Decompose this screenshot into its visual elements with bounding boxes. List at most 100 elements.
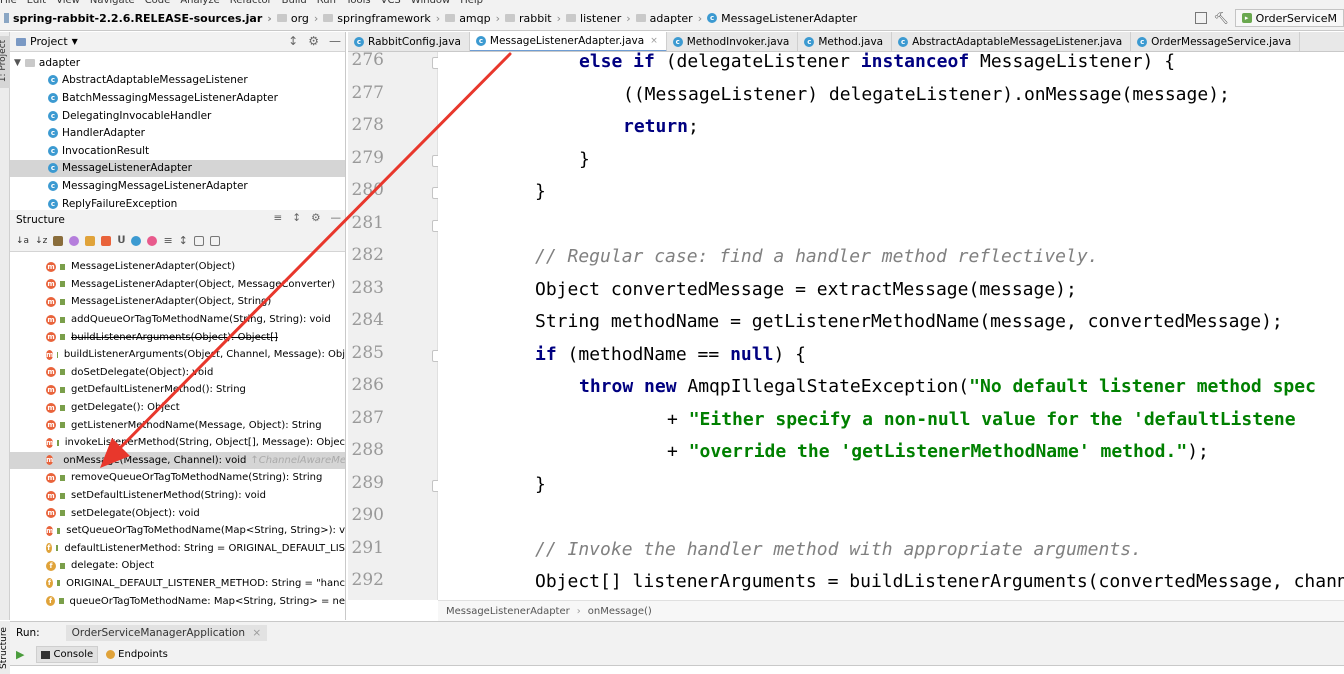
minimize-icon[interactable]: —: [331, 212, 342, 224]
breadcrumb-item[interactable]: c MessageListenerAdapter: [707, 12, 857, 25]
tree-item[interactable]: c BatchMessagingMessageListenerAdapter: [10, 89, 345, 107]
chevron-down-icon[interactable]: ▼: [72, 37, 78, 46]
project-tool-tab[interactable]: 1: Project: [0, 36, 10, 88]
hammer-icon[interactable]: 🔨︎: [1213, 11, 1228, 25]
editor-tab[interactable]: c AbstractAdaptableMessageListener.java: [892, 32, 1132, 51]
breadcrumb-item[interactable]: org ›: [276, 12, 323, 25]
code-line[interactable]: return;: [623, 111, 699, 143]
editor-breadcrumb-item[interactable]: onMessage(): [588, 606, 652, 617]
editor-tab[interactable]: c MessageListenerAdapter.java ×: [469, 32, 667, 51]
chevron-down-icon[interactable]: ▼: [14, 58, 21, 68]
code-token: MessageListener) {: [980, 52, 1176, 72]
gear-icon[interactable]: ⚙: [311, 212, 320, 224]
tree-item[interactable]: c ReplyFailureException: [10, 195, 345, 210]
editor-breadcrumb-item[interactable]: MessageListenerAdapter: [446, 606, 570, 617]
property-icon[interactable]: [69, 235, 80, 246]
code-line[interactable]: else if (delegateListener instanceof Mes…: [579, 52, 1175, 78]
collapse-all-icon[interactable]: ↕: [288, 34, 298, 48]
structure-member[interactable]: m MessageListenerAdapter(Object, String): [10, 293, 345, 311]
structure-member[interactable]: m setDelegate(Object): void: [10, 504, 345, 522]
structure-member[interactable]: m buildListenerArguments(Object, Channel,…: [10, 346, 345, 364]
editor-tab[interactable]: c Method.java: [798, 32, 893, 51]
structure-member[interactable]: m getDefaultListenerMethod(): String: [10, 381, 345, 399]
code-line[interactable]: Object convertedMessage = extractMessage…: [535, 274, 1077, 306]
editor-tab[interactable]: c OrderMessageService.java: [1131, 32, 1301, 51]
close-icon[interactable]: ×: [252, 627, 261, 639]
minimize-icon[interactable]: —: [329, 34, 341, 48]
field-filter-icon[interactable]: [85, 235, 96, 246]
anonymous-icon[interactable]: [131, 235, 142, 246]
collapse-all-icon[interactable]: ↕: [179, 234, 188, 247]
tree-item[interactable]: c AbstractAdaptableMessageListener: [10, 72, 345, 90]
code-line[interactable]: }: [535, 469, 546, 501]
tree-item[interactable]: c InvocationResult: [10, 142, 345, 160]
structure-member[interactable]: m setDefaultListenerMethod(String): void: [10, 487, 345, 505]
breadcrumb-separator-icon: ›: [267, 11, 272, 25]
project-panel-title[interactable]: Project: [30, 35, 68, 48]
sort-alpha-icon[interactable]: ↓z: [35, 236, 47, 246]
non-public-filter-icon[interactable]: [101, 235, 112, 246]
structure-member[interactable]: m addQueueOrTagToMethodName(String, Strin…: [10, 311, 345, 329]
expand-icon[interactable]: ≡: [273, 212, 282, 224]
code-line[interactable]: String methodName = getListenerMethodNam…: [535, 306, 1283, 338]
expand-all-icon[interactable]: ≡: [163, 234, 172, 247]
breadcrumb-item[interactable]: listener ›: [566, 12, 636, 25]
editor-tab[interactable]: c RabbitConfig.java: [348, 32, 470, 51]
structure-member[interactable]: f queueOrTagToMethodName: Map<String, Str…: [10, 592, 345, 610]
structure-member-label: getDefaultListenerMethod(): String: [71, 384, 246, 396]
structure-member[interactable]: f defaultListenerMethod: String = ORIGINA…: [10, 540, 345, 558]
code-editor[interactable]: else if (delegateListener instanceof Mes…: [438, 52, 1344, 600]
code-line[interactable]: throw new AmqpIllegalStateException("No …: [579, 371, 1316, 403]
play-icon[interactable]: ▶: [16, 648, 24, 661]
breadcrumb-item[interactable]: adapter ›: [635, 12, 707, 25]
close-icon[interactable]: ×: [650, 36, 658, 46]
gear-icon[interactable]: ⚙: [308, 34, 319, 48]
run-tab[interactable]: OrderServiceManagerApplication ×: [65, 625, 268, 641]
tree-item[interactable]: c MessagingMessageListenerAdapter: [10, 177, 345, 195]
tree-package-adapter[interactable]: ▼ adapter: [10, 54, 345, 72]
structure-member[interactable]: m doSetDelegate(Object): void: [10, 364, 345, 382]
endpoints-tab[interactable]: Endpoints: [102, 647, 172, 662]
structure-member[interactable]: m MessageListenerAdapter(Object, MessageC…: [10, 276, 345, 294]
code-line[interactable]: // Invoke the handler method with approp…: [535, 534, 1142, 566]
structure-tool-tab[interactable]: Structure: [0, 627, 9, 669]
code-line[interactable]: + "override the 'getListenerMethodName' …: [667, 436, 1209, 468]
code-line[interactable]: }: [535, 176, 546, 208]
code-line[interactable]: }: [579, 144, 590, 176]
structure-member[interactable]: m buildListenerArguments(Object): Object[…: [10, 328, 345, 346]
editor-tab[interactable]: c MethodInvoker.java: [667, 32, 799, 51]
breadcrumb-item[interactable]: rabbit ›: [505, 12, 566, 25]
structure-member[interactable]: m onMessage(Message, Channel): void ↑Chann…: [10, 451, 345, 470]
breadcrumb-item[interactable]: spring-rabbit-2.2.6.RELEASE-sources.jar ›: [4, 12, 277, 25]
layout-icon[interactable]: [1195, 12, 1208, 24]
tree-item[interactable]: c DelegatingInvocableHandler: [10, 107, 345, 125]
code-line[interactable]: Object[] listenerArguments = buildListen…: [535, 566, 1344, 598]
structure-member[interactable]: f ORIGINAL_DEFAULT_LISTENER_METHOD: Strin…: [10, 575, 345, 593]
structure-member[interactable]: m setQueueOrTagToMethodName(Map<String, S…: [10, 522, 345, 540]
sort-visibility-icon[interactable]: ↓a: [16, 236, 29, 246]
code-line[interactable]: + "Either specify a non-null value for t…: [667, 404, 1296, 436]
console-tab[interactable]: Console: [36, 646, 99, 663]
code-line[interactable]: // Regular case: find a handler method r…: [535, 241, 1099, 273]
run-configuration-select[interactable]: ▸ OrderServiceM: [1234, 9, 1344, 27]
tree-item[interactable]: c HandlerAdapter: [10, 124, 345, 142]
filter-icon[interactable]: 𝗨: [117, 235, 125, 246]
collapse-icon[interactable]: ↕: [292, 212, 301, 224]
autoscroll-to-source-icon[interactable]: [193, 235, 204, 246]
console-output[interactable]: [10, 666, 1344, 674]
structure-member[interactable]: m MessageListenerAdapter(Object): [10, 258, 345, 276]
breadcrumb-item[interactable]: springframework ›: [323, 12, 445, 25]
structure-member[interactable]: m invokeListenerMethod(String, Object[], …: [10, 434, 345, 452]
structure-member[interactable]: m getDelegate(): Object: [10, 399, 345, 417]
structure-member[interactable]: f delegate: Object: [10, 557, 345, 575]
code-token: }: [535, 181, 546, 202]
code-line[interactable]: if (methodName == null) {: [535, 339, 806, 371]
lambda-icon[interactable]: [147, 235, 158, 246]
code-line[interactable]: ((MessageListener) delegateListener).onM…: [623, 79, 1230, 111]
tree-item[interactable]: c MessageListenerAdapter: [10, 159, 345, 178]
autoscroll-from-source-icon[interactable]: [209, 235, 220, 246]
breadcrumb-item[interactable]: amqp ›: [445, 12, 505, 25]
structure-member[interactable]: m removeQueueOrTagToMethodName(String): S…: [10, 469, 345, 487]
structure-member[interactable]: m getListenerMethodName(Message, Object):…: [10, 416, 345, 434]
lock-icon[interactable]: [53, 235, 64, 246]
